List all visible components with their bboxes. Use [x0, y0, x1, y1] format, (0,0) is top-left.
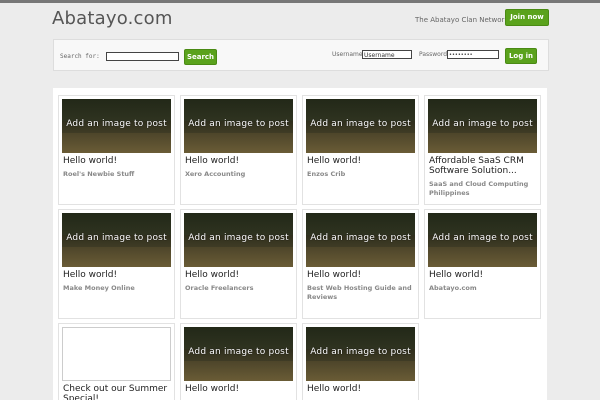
add-image-text: Add an image to post	[66, 233, 167, 243]
post-card[interactable]: Add an image to post Hello world! Enzos …	[302, 95, 419, 205]
posts-grid: Add an image to post Hello world! Roel's…	[53, 88, 547, 400]
password-label: Password	[419, 51, 448, 58]
post-card[interactable]: Add an image to post Affordable SaaS CRM…	[424, 95, 541, 205]
post-title[interactable]: Hello world!	[63, 270, 175, 280]
post-card[interactable]: Add an image to post Hello world!	[302, 323, 419, 400]
username-field[interactable]: Username	[362, 50, 412, 59]
post-thumbnail[interactable]: Add an image to post	[306, 99, 415, 153]
post-blog-name[interactable]: SaaS and Cloud Computing Philippines	[429, 180, 541, 198]
post-card[interactable]: Add an image to post Hello world! Oracle…	[180, 209, 297, 319]
add-image-text: Add an image to post	[432, 233, 533, 243]
post-card[interactable]: Add an image to post Hello world! Xero A…	[180, 95, 297, 205]
search-label: Search for:	[60, 53, 100, 60]
post-thumbnail[interactable]: Add an image to post	[62, 213, 171, 267]
join-now-button[interactable]: Join now	[505, 9, 549, 26]
post-title[interactable]: Hello world!	[307, 270, 419, 280]
search-login-bar: Search for: Search Username Username Pas…	[53, 39, 549, 71]
post-title[interactable]: Hello world!	[63, 156, 175, 166]
post-card[interactable]: Add an image to post Hello world!	[180, 323, 297, 400]
post-thumbnail[interactable]: Add an image to post	[306, 213, 415, 267]
post-thumbnail[interactable]: Add an image to post	[306, 327, 415, 381]
post-card[interactable]: Add an image to post Hello world! Roel's…	[58, 95, 175, 205]
post-thumbnail[interactable]: Add an image to post	[428, 213, 537, 267]
post-title[interactable]: Hello world!	[307, 384, 419, 394]
site-header: Abatayo.com The Abatayo Clan Network Joi…	[0, 3, 600, 33]
post-title[interactable]: Affordable SaaS CRM Software Solution...	[429, 156, 541, 176]
post-title[interactable]: Hello world!	[429, 270, 541, 280]
post-thumbnail[interactable]: Add an image to post	[184, 99, 293, 153]
add-image-text: Add an image to post	[188, 233, 289, 243]
post-blog-name[interactable]: Abatayo.com	[429, 284, 541, 293]
add-image-text: Add an image to post	[310, 119, 411, 129]
login-button[interactable]: Log in	[505, 48, 537, 64]
post-thumbnail[interactable]: Add an image to post	[62, 99, 171, 153]
post-card[interactable]: Add an image to post Hello world! Best W…	[302, 209, 419, 319]
post-blog-name[interactable]: Enzos Crib	[307, 170, 419, 179]
post-blog-name[interactable]: Roel's Newbie Stuff	[63, 170, 175, 179]
post-title[interactable]: Check out our Summer Special!	[63, 384, 175, 400]
post-card[interactable]: Add an image to post Hello world! Abatay…	[424, 209, 541, 319]
add-image-text: Add an image to post	[310, 347, 411, 357]
add-image-text: Add an image to post	[310, 233, 411, 243]
post-thumbnail[interactable]: Add an image to post	[184, 327, 293, 381]
password-field[interactable]: ••••••••	[447, 50, 499, 59]
search-button[interactable]: Search	[184, 49, 217, 65]
search-input[interactable]	[106, 52, 179, 61]
post-blog-name[interactable]: Best Web Hosting Guide and Reviews	[307, 284, 419, 302]
network-link[interactable]: The Abatayo Clan Network	[415, 16, 508, 24]
post-blog-name[interactable]: Oracle Freelancers	[185, 284, 297, 293]
post-title[interactable]: Hello world!	[185, 156, 297, 166]
post-thumbnail-empty[interactable]	[62, 327, 171, 381]
add-image-text: Add an image to post	[188, 347, 289, 357]
add-image-text: Add an image to post	[432, 119, 533, 129]
post-blog-name[interactable]: Xero Accounting	[185, 170, 297, 179]
post-card[interactable]: Check out our Summer Special!	[58, 323, 175, 400]
post-title[interactable]: Hello world!	[185, 270, 297, 280]
add-image-text: Add an image to post	[188, 119, 289, 129]
post-thumbnail[interactable]: Add an image to post	[428, 99, 537, 153]
post-title[interactable]: Hello world!	[307, 156, 419, 166]
post-card[interactable]: Add an image to post Hello world! Make M…	[58, 209, 175, 319]
username-label: Username	[332, 51, 363, 58]
add-image-text: Add an image to post	[66, 119, 167, 129]
post-title[interactable]: Hello world!	[185, 384, 297, 394]
post-blog-name[interactable]: Make Money Online	[63, 284, 175, 293]
post-thumbnail[interactable]: Add an image to post	[184, 213, 293, 267]
site-logo[interactable]: Abatayo.com	[52, 8, 173, 29]
